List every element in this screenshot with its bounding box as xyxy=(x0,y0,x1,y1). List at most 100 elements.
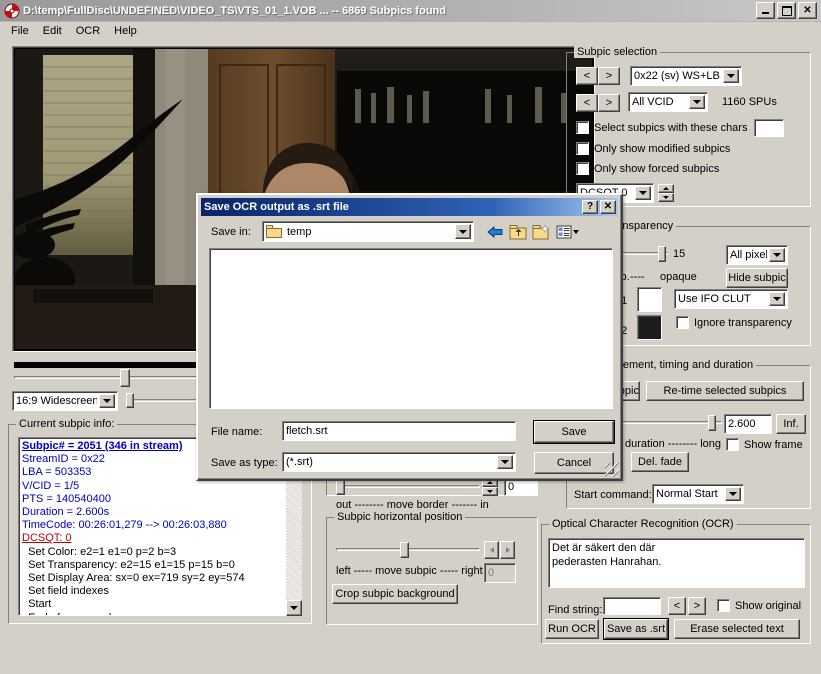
new-folder-icon[interactable] xyxy=(529,221,552,243)
save-in-combo[interactable]: temp xyxy=(262,221,474,242)
hide-subpic-button[interactable]: Hide subpic xyxy=(726,268,788,288)
checkbox-icon[interactable] xyxy=(676,316,689,329)
slider-thumb[interactable] xyxy=(126,393,134,408)
dialog-close-button[interactable]: ✕ xyxy=(600,200,616,214)
horizontal-nudge-right-button[interactable] xyxy=(500,541,515,559)
duration-value-field[interactable]: 2.600 xyxy=(724,414,772,434)
scroll-down-icon[interactable] xyxy=(286,600,302,616)
list-item[interactable]: TimeCode: 00:26:01,279 --> 00:26:03,880 xyxy=(22,519,283,532)
menu-item-edit[interactable]: Edit xyxy=(36,24,69,38)
back-icon[interactable] xyxy=(483,221,506,243)
aspect-ratio-combo[interactable]: 16:9 Widescreen xyxy=(12,391,118,411)
save-as-type-combo[interactable]: (*.srt) xyxy=(282,452,516,472)
slider-thumb[interactable] xyxy=(120,369,130,387)
list-item[interactable]: Duration = 2.600s xyxy=(22,506,283,519)
dialog-cancel-button[interactable]: Cancel xyxy=(534,452,614,474)
retime-selected-subpics-button[interactable]: Re-time selected subpics xyxy=(646,381,804,401)
chevron-down-icon[interactable] xyxy=(455,224,471,239)
dialog-titlebar[interactable]: Save OCR output as .srt file ? ✕ xyxy=(201,198,618,216)
menu-bar: File Edit OCR Help xyxy=(0,22,821,40)
chevron-down-icon[interactable] xyxy=(725,487,741,501)
aspect-ratio-value: 16:9 Widescreen xyxy=(16,395,97,407)
dialog-help-button[interactable]: ? xyxy=(582,200,598,214)
save-file-dialog: Save OCR output as .srt file ? ✕ Save in… xyxy=(196,193,623,481)
clut-combo[interactable]: Use IFO CLUT xyxy=(674,289,788,309)
ignore-transparency-checkbox[interactable]: Ignore transparency xyxy=(676,316,792,329)
color-swatch-e2[interactable] xyxy=(637,315,662,340)
start-command-combo[interactable]: Normal Start xyxy=(652,484,744,504)
stream-prev-button[interactable]: < xyxy=(576,67,598,85)
pixels-combo[interactable]: All pixels xyxy=(726,245,788,265)
resize-grip[interactable] xyxy=(605,463,619,477)
vcid-next-button[interactable]: > xyxy=(598,94,620,112)
checkbox-icon[interactable] xyxy=(576,121,589,134)
current-subpic-info-label: Current subpic info: xyxy=(16,418,118,430)
spinner-down-icon[interactable] xyxy=(658,193,674,202)
menu-item-file[interactable]: File xyxy=(4,24,36,38)
infinite-duration-button[interactable]: Inf. xyxy=(776,414,806,434)
chevron-down-icon[interactable] xyxy=(723,69,739,83)
show-original-checkbox[interactable]: Show original xyxy=(717,599,801,612)
slider-thumb[interactable] xyxy=(658,246,666,262)
maximize-button[interactable] xyxy=(777,2,796,19)
chevron-down-icon[interactable] xyxy=(769,248,785,262)
dcsqt-spinner[interactable] xyxy=(658,184,674,202)
slider-thumb[interactable] xyxy=(336,479,345,495)
show-frame-checkbox[interactable]: Show frame xyxy=(726,438,803,451)
close-button[interactable]: ✕ xyxy=(798,2,817,19)
save-as-srt-button[interactable]: Save as .srt xyxy=(603,618,669,640)
views-icon[interactable] xyxy=(552,221,584,243)
list-item[interactable]: DCSQT: 0 xyxy=(22,532,283,545)
chevron-down-icon[interactable] xyxy=(769,292,785,306)
list-item[interactable]: End of commands xyxy=(22,612,283,615)
find-next-button[interactable]: > xyxy=(688,597,706,615)
minimize-button[interactable] xyxy=(756,2,775,19)
only-modified-subpics-checkbox[interactable]: Only show modified subpics xyxy=(576,142,730,155)
spinner-down-icon[interactable] xyxy=(482,487,498,496)
horizontal-nudge-left-button[interactable] xyxy=(484,541,499,559)
file-name-input[interactable]: fletch.srt xyxy=(282,421,516,441)
select-subpics-chars-label: Select subpics with these chars xyxy=(594,121,748,134)
list-item[interactable]: Set Transparency: e2=15 e1=15 p=15 b=0 xyxy=(22,559,283,572)
up-folder-icon[interactable] xyxy=(506,221,529,243)
menu-item-help[interactable]: Help xyxy=(107,24,144,38)
list-item[interactable]: PTS = 140540400 xyxy=(22,493,283,506)
list-item[interactable]: Set field indexes xyxy=(22,585,283,598)
select-chars-input[interactable] xyxy=(754,119,784,137)
run-ocr-button[interactable]: Run OCR xyxy=(545,619,599,639)
list-item[interactable]: Start xyxy=(22,598,283,611)
horizontal-position-value[interactable]: 0 xyxy=(484,563,516,583)
horizontal-position-slider[interactable] xyxy=(336,541,480,559)
start-command-value: Normal Start xyxy=(656,488,718,500)
stream-combo[interactable]: 0x22 (sv) WS+LB xyxy=(630,66,742,86)
select-subpics-chars-checkbox[interactable]: Select subpics with these chars xyxy=(576,121,747,134)
chevron-down-icon[interactable] xyxy=(497,455,513,469)
chevron-down-icon[interactable] xyxy=(635,186,651,200)
erase-selected-text-button[interactable]: Erase selected text xyxy=(674,619,800,639)
checkbox-icon[interactable] xyxy=(726,438,739,451)
slider-thumb[interactable] xyxy=(400,542,409,558)
color-swatch-e1[interactable] xyxy=(637,287,662,312)
chevron-down-icon[interactable] xyxy=(689,95,705,109)
list-item[interactable]: V/CID = 1/5 xyxy=(22,480,283,493)
checkbox-icon[interactable] xyxy=(717,599,730,612)
list-item[interactable]: Set Color: e2=1 e1=0 p=2 b=3 xyxy=(22,546,283,559)
find-string-input[interactable] xyxy=(603,597,661,615)
checkbox-icon[interactable] xyxy=(576,162,589,175)
checkbox-icon[interactable] xyxy=(576,142,589,155)
stream-next-button[interactable]: > xyxy=(598,67,620,85)
vcid-combo[interactable]: All VCID xyxy=(628,92,708,112)
file-list[interactable] xyxy=(209,248,613,409)
slider-thumb[interactable] xyxy=(708,415,716,431)
del-fade-button[interactable]: Del. fade xyxy=(631,452,689,472)
ocr-text-area[interactable]: Det är säkert den där pederasten Hanraha… xyxy=(548,538,805,588)
vcid-prev-button[interactable]: < xyxy=(576,94,598,112)
find-prev-button[interactable]: < xyxy=(668,597,686,615)
crop-subpic-background-button[interactable]: Crop subpic background xyxy=(332,584,458,604)
dialog-save-button[interactable]: Save xyxy=(533,420,615,444)
menu-item-ocr[interactable]: OCR xyxy=(69,24,107,38)
list-item[interactable]: Set Display Area: sx=0 ex=719 sy=2 ey=57… xyxy=(22,572,283,585)
spinner-up-icon[interactable] xyxy=(658,184,674,193)
chevron-down-icon[interactable] xyxy=(99,394,115,408)
only-forced-subpics-checkbox[interactable]: Only show forced subpics xyxy=(576,162,719,175)
